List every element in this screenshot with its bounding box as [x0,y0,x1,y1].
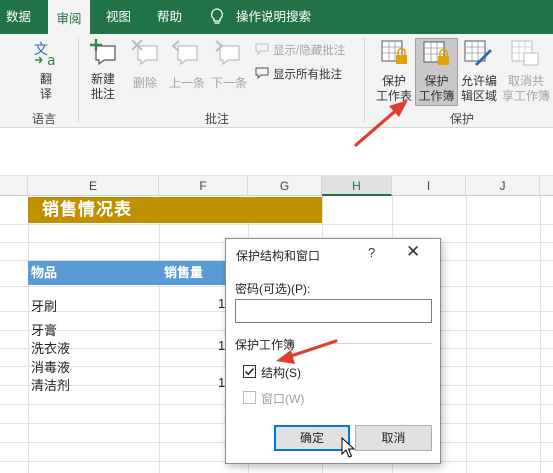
allow-edit-ranges-icon [464,40,492,66]
column-header-blank [0,176,28,196]
checkmark-icon [244,367,255,376]
item-cell[interactable]: 消毒液 [31,357,70,376]
comments-icon [255,67,269,79]
show-all-comments-label: 显示所有批注 [273,69,342,81]
structure-checkbox[interactable]: 结构(S) [243,364,333,380]
protect-group-label: 保护 [450,112,475,126]
tab-help[interactable]: 帮助 [157,0,182,34]
tell-me-label: 操作说明搜索 [236,10,312,24]
window-checkbox-box [243,391,256,404]
ribbon-separator [78,38,79,122]
grid-line [540,196,541,473]
next-comment-button[interactable]: 下一条 [208,76,250,91]
previous-comment-icon [171,40,198,66]
grid-line [0,224,553,225]
language-group-label: 语言 [32,112,57,126]
delete-comment-icon [131,39,158,66]
grid-line [466,196,467,473]
comments-group-label: 批注 [205,112,230,126]
previous-comment-button[interactable]: 上一条 [166,76,208,91]
svg-text:a: a [47,53,56,68]
tab-view[interactable]: 视图 [106,0,131,34]
protect-structure-dialog: 保护结构和窗口 ? ✕ 密码(可选)(P): 保护工作簿 结构(S) 窗口(W)… [225,238,441,464]
grid-line [28,196,29,473]
help-icon[interactable]: ? [368,245,375,260]
next-comment-icon [215,40,240,66]
ribbon: 文 a 翻 译 语言 新建 批注 删除 上一条 下一条 显示/隐藏批注 显示所有… [0,34,553,128]
comment-icon [255,43,269,55]
new-comment-button[interactable]: 新建 批注 [86,72,120,102]
protect-sheet-button[interactable]: 保护 工作表 [372,74,416,104]
window-checkbox[interactable]: 窗口(W) [243,390,333,406]
translate-icon: 文 a [34,42,56,68]
column-header-j[interactable]: J [466,176,540,196]
tab-review[interactable]: 审阅 [48,0,90,34]
column-headers: E F G H I J [0,176,553,196]
structure-checkbox-box [243,365,256,378]
protect-workbook-label: 保护 工作簿 [418,74,455,103]
structure-label: 结构(S) [261,366,301,380]
password-input[interactable] [235,299,432,323]
column-header-i[interactable]: I [392,176,466,196]
column-header-h[interactable]: H [322,176,392,196]
close-icon[interactable]: ✕ [406,242,420,262]
translate-button[interactable]: 翻 译 [36,72,56,102]
tab-data[interactable]: 数据 [6,0,31,34]
mouse-cursor-icon [341,437,355,458]
password-label: 密码(可选)(P): [235,282,311,296]
show-hide-comment-label: 显示/隐藏批注 [273,45,346,57]
protect-sheet-icon [381,40,407,64]
protect-workbook-section-label: 保护工作簿 [235,338,296,352]
ribbon-tab-bar: 数据 审阅 视图 帮助 操作说明搜索 [0,0,553,34]
delete-comment-button[interactable]: 删除 [130,76,160,91]
grid-line [159,196,160,473]
item-cell[interactable]: 牙刷 [31,296,57,315]
sheet-title-cell[interactable]: 销售情况表 [28,197,322,223]
unshare-workbook-button[interactable]: 取消共 享工作簿 [501,74,551,104]
allow-edit-ranges-button[interactable]: 允许编 辑区域 [459,74,499,104]
unshare-workbook-icon [511,40,539,66]
column-header-f[interactable]: F [159,176,248,196]
ok-button[interactable]: 确定 [274,425,350,451]
window-label: 窗口(W) [261,392,305,406]
item-cell[interactable]: 清洁剂 [31,375,70,394]
column-header-e[interactable]: E [28,176,159,196]
ribbon-separator [364,38,365,122]
lightbulb-icon [211,8,223,24]
cancel-button[interactable]: 取消 [355,425,432,451]
svg-text:文: 文 [34,42,48,58]
header-cell-item[interactable]: 物品 [28,261,159,285]
protect-workbook-button[interactable]: 保护 工作簿 [415,38,458,106]
protect-workbook-icon [423,41,449,65]
header-cell-qty[interactable]: 销售量 [159,261,227,285]
item-cell[interactable]: 牙膏 [31,320,57,339]
column-header-g[interactable]: G [248,176,322,196]
new-comment-icon [90,39,116,66]
formula-bar-area [0,128,553,176]
section-divider [334,343,432,344]
dialog-title: 保护结构和窗口 [236,249,321,263]
item-cell[interactable]: 洗衣液 [31,338,70,357]
